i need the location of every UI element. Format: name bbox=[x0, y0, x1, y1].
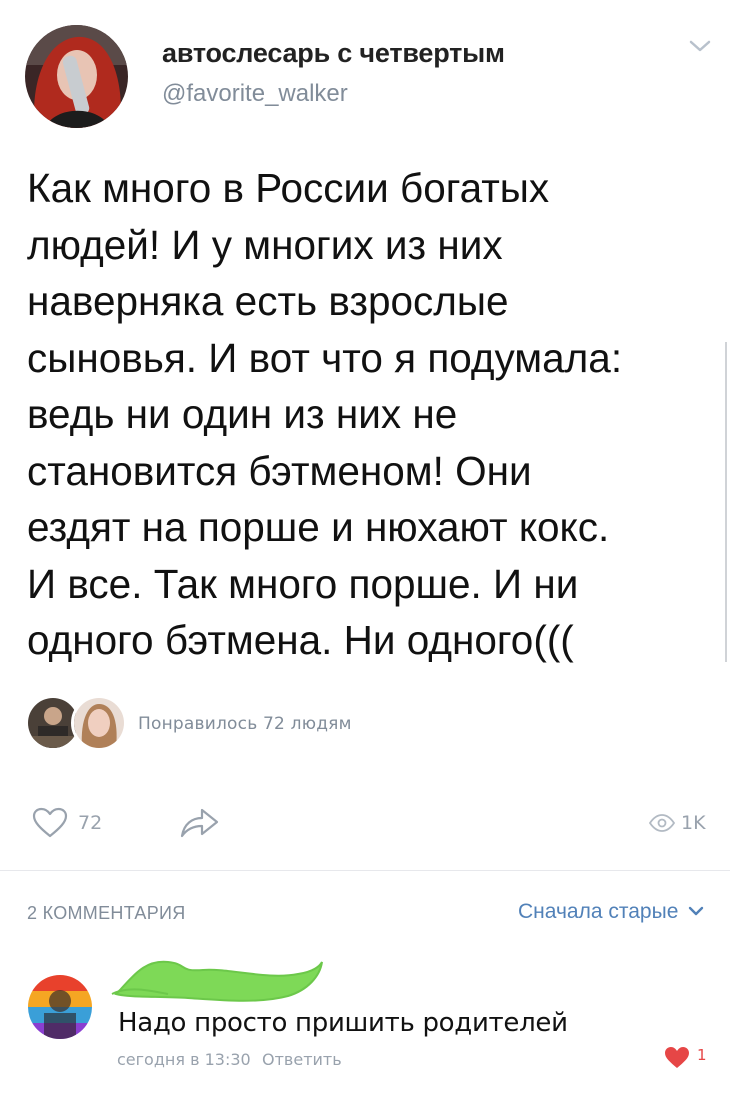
post-text-line: сыновья. И вот что я подумала: bbox=[27, 334, 623, 381]
post-text-line: И все. Так много порше. И ни bbox=[27, 560, 579, 607]
scroll-indicator bbox=[725, 342, 727, 662]
liker-avatar bbox=[71, 695, 127, 751]
author-name[interactable]: автослесарь с четвертым bbox=[162, 38, 505, 69]
comment-avatar[interactable] bbox=[28, 975, 92, 1039]
author-handle[interactable]: @favorite_walker bbox=[162, 80, 348, 108]
heart-outline-icon[interactable] bbox=[32, 807, 68, 839]
post-text-line: ведь ни один из них не bbox=[27, 391, 458, 437]
post-text-line: становится бэтменом! Они bbox=[27, 447, 532, 494]
reply-button[interactable]: Ответить bbox=[262, 1050, 342, 1069]
post-text-line: Как много в России богатых bbox=[27, 165, 550, 211]
post-text: Как много в России богатых людей! И у мн… bbox=[27, 160, 717, 669]
sort-order-button[interactable]: Сначала старые bbox=[518, 900, 678, 924]
share-arrow-icon[interactable] bbox=[178, 806, 220, 840]
chevron-down-icon[interactable] bbox=[688, 38, 712, 54]
author-avatar[interactable] bbox=[25, 25, 128, 128]
comment-text: Надо просто пришить родителей bbox=[118, 1008, 568, 1038]
author-avatar-image bbox=[25, 25, 128, 128]
post-text-line: наверняка есть взрослые bbox=[27, 278, 509, 324]
heart-filled-icon[interactable] bbox=[664, 1046, 690, 1070]
divider bbox=[0, 870, 730, 871]
comment-likes-count: 1 bbox=[697, 1046, 707, 1064]
comments-count: 2 КОММЕНТАРИЯ bbox=[27, 903, 186, 923]
post-text-line: ездят на порше и нюхают кокс. bbox=[27, 504, 610, 550]
chevron-down-icon[interactable] bbox=[688, 906, 704, 916]
eye-icon bbox=[648, 814, 676, 832]
likers-avatars[interactable] bbox=[25, 695, 135, 751]
likes-count: 72 bbox=[78, 812, 103, 834]
post-text-line: одного бэтмена. Ни одного((( bbox=[27, 617, 574, 663]
views-count: 1K bbox=[681, 812, 706, 834]
liked-by-text[interactable]: Понравилось 72 людям bbox=[138, 714, 352, 734]
post-text-line: людей! И у многих из них bbox=[27, 221, 503, 268]
comment-timestamp: сегодня в 13:30 bbox=[117, 1050, 251, 1069]
